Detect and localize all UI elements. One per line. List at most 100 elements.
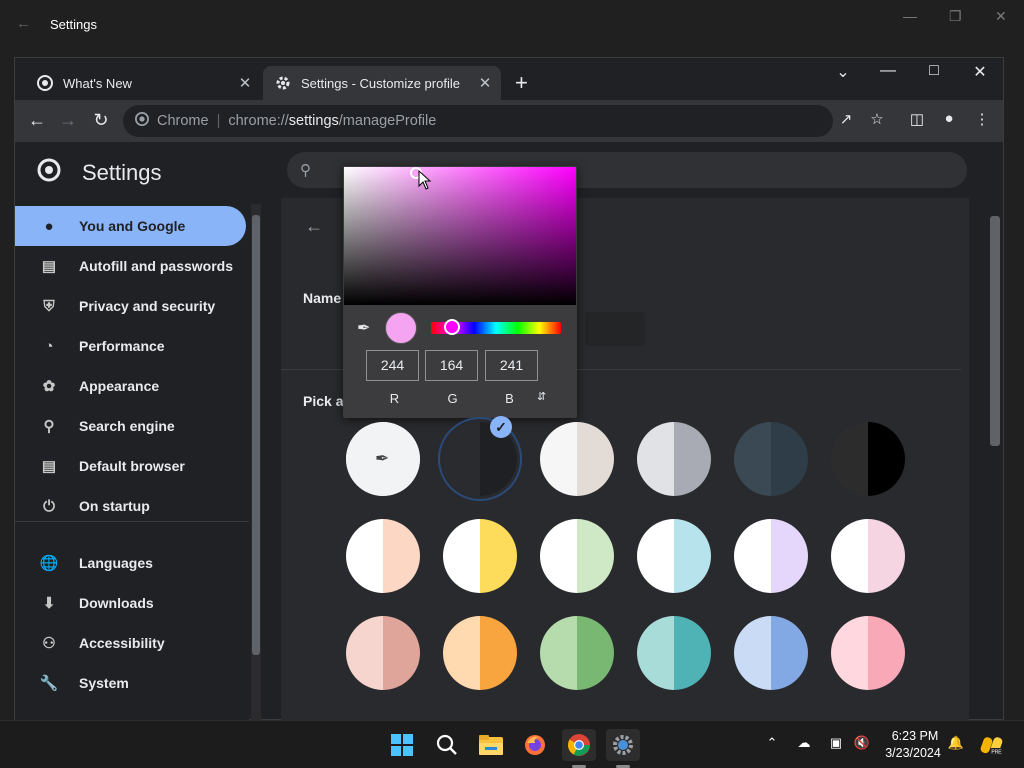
bookmark-star-icon[interactable]: ☆	[866, 110, 888, 128]
chevron-up-icon[interactable]: ⌃	[762, 735, 782, 751]
theme-color-swatch[interactable]	[346, 519, 420, 593]
theme-color-swatch[interactable]	[637, 616, 711, 690]
accessibility-icon: ⚇	[42, 635, 56, 652]
theme-color-swatch[interactable]	[734, 519, 808, 593]
tab-whats-new[interactable]: What's New ✕	[25, 66, 261, 100]
mouse-cursor-icon	[418, 169, 432, 195]
format-toggle-icon[interactable]: ⇵	[537, 390, 546, 403]
sidebar-item-privacy[interactable]: ⛨ Privacy and security	[15, 286, 246, 326]
omnibox-separator: |	[216, 113, 221, 129]
outer-back-icon[interactable]: ←	[16, 15, 31, 32]
outer-minimize-icon[interactable]: —	[903, 8, 917, 24]
theme-color-swatch[interactable]	[540, 519, 614, 593]
sidebar-item-label: You and Google	[79, 218, 186, 234]
blue-label: B	[505, 391, 514, 406]
sidebar-item-label: System	[79, 675, 129, 691]
sidebar-item-label: Performance	[79, 338, 165, 354]
theme-color-swatch[interactable]	[443, 519, 517, 593]
maximize-icon[interactable]: □	[919, 62, 949, 80]
volume-muted-icon[interactable]: 🔇	[852, 735, 872, 751]
back-arrow-icon[interactable]: ←	[305, 216, 323, 237]
cloud-offline-icon[interactable]: ☁	[794, 735, 814, 751]
close-icon[interactable]: ✕	[965, 62, 995, 82]
page-title: Settings	[82, 160, 162, 185]
chrome-icon	[37, 75, 53, 91]
sidebar-item-default-browser[interactable]: ▤ Default browser	[15, 446, 246, 486]
outer-close-icon[interactable]: ✕	[995, 8, 1007, 25]
chrome-taskbar-icon[interactable]	[562, 729, 596, 761]
pick-theme-label: Pick a	[303, 393, 344, 409]
settings-app-icon[interactable]	[606, 729, 640, 761]
omnibox[interactable]: Chrome | chrome://settings/manageProfile	[123, 105, 833, 137]
theme-color-swatch[interactable]	[831, 519, 905, 593]
saturation-value-area[interactable]	[344, 167, 576, 305]
copilot-icon[interactable]: PRE	[976, 729, 1008, 761]
sidebar-item-languages[interactable]: 🌐 Languages	[15, 543, 246, 583]
theme-color-swatch[interactable]	[637, 519, 711, 593]
sidebar-item-system[interactable]: 🔧 System	[15, 663, 246, 703]
hue-slider-handle[interactable]	[444, 319, 460, 335]
tab-label: Settings - Customize profile	[301, 75, 460, 91]
sidebar-item-label: Default browser	[79, 458, 185, 474]
profile-icon[interactable]: ●	[938, 110, 960, 127]
clipboard-icon: ▤	[41, 258, 57, 275]
svg-text:PRE: PRE	[991, 750, 1002, 756]
search-icon[interactable]	[430, 729, 464, 761]
sidebar-item-autofill[interactable]: ▤ Autofill and passwords	[15, 246, 246, 286]
sidebar-item-appearance[interactable]: ✿ Appearance	[15, 366, 246, 406]
theme-color-swatch[interactable]	[540, 422, 614, 496]
outer-restore-icon[interactable]: ❐	[949, 8, 962, 25]
forward-icon[interactable]: →	[56, 110, 80, 131]
sidebar-item-search-engine[interactable]: ⚲ Search engine	[15, 406, 246, 446]
sidebar-item-downloads[interactable]: ⬇ Downloads	[15, 583, 246, 623]
notification-bell-icon[interactable]: 🔔	[946, 735, 966, 751]
sidebar-divider	[15, 521, 249, 522]
file-explorer-icon[interactable]	[474, 729, 508, 761]
theme-color-swatch[interactable]	[734, 616, 808, 690]
theme-color-swatch[interactable]	[831, 616, 905, 690]
eyedropper-icon[interactable]: ✒	[357, 318, 370, 338]
selected-check-icon: ✓	[490, 416, 512, 438]
side-panel-icon[interactable]: ◫	[906, 110, 928, 128]
green-input[interactable]: 164	[425, 350, 478, 381]
tab-settings[interactable]: Settings - Customize profile ✕	[263, 66, 501, 100]
new-tab-icon[interactable]: +	[515, 70, 528, 96]
sidebar-item-on-startup[interactable]: ⏻ On startup	[15, 486, 246, 526]
globe-icon: 🌐	[39, 555, 59, 572]
network-icon[interactable]: ▣	[826, 735, 846, 751]
sidebar-item-you-and-google[interactable]: ● You and Google	[15, 206, 246, 246]
theme-color-swatch[interactable]	[443, 616, 517, 690]
clock-date[interactable]: 3/23/2024	[880, 746, 946, 760]
close-tab-icon[interactable]: ✕	[235, 74, 255, 92]
sidebar-item-label: Languages	[79, 555, 153, 571]
windows-start-icon[interactable]	[385, 729, 419, 761]
theme-color-swatch[interactable]	[346, 616, 420, 690]
omnibox-site-label: Chrome	[157, 113, 209, 129]
theme-color-swatch[interactable]	[831, 422, 905, 496]
sidebar: ● You and Google ▤ Autofill and password…	[15, 198, 249, 721]
main-scrollbar-thumb[interactable]	[990, 216, 1000, 446]
tab-search-chevron-icon[interactable]: ⌄	[828, 62, 858, 82]
sidebar-item-performance[interactable]: ◔ Performance	[15, 326, 246, 366]
reload-icon[interactable]: ↻	[89, 110, 113, 131]
theme-color-swatch[interactable]	[734, 422, 808, 496]
sidebar-item-accessibility[interactable]: ⚇ Accessibility	[15, 623, 246, 663]
back-icon[interactable]: ←	[25, 110, 49, 131]
red-input[interactable]: 244	[366, 350, 419, 381]
close-tab-icon[interactable]: ✕	[475, 74, 495, 92]
share-icon[interactable]: ↗	[835, 110, 857, 128]
clock-time[interactable]: 6:23 PM	[885, 729, 945, 743]
name-input[interactable]	[585, 312, 645, 346]
tab-label: What's New	[63, 75, 132, 91]
menu-kebab-icon[interactable]: ⋮	[971, 110, 993, 128]
chrome-logo-icon	[37, 158, 61, 187]
blue-input[interactable]: 241	[485, 350, 538, 381]
sidebar-scrollbar-thumb[interactable]	[252, 215, 260, 655]
custom-color-swatch[interactable]: ✒	[346, 422, 420, 496]
firefox-icon[interactable]	[518, 729, 552, 761]
minimize-icon[interactable]: —	[873, 62, 903, 80]
toolbar: ← → ↻ Chrome | chrome://settings/manageP…	[15, 100, 1003, 142]
theme-color-swatch[interactable]	[540, 616, 614, 690]
theme-color-swatch[interactable]	[637, 422, 711, 496]
sidebar-item-label: Accessibility	[79, 635, 165, 651]
